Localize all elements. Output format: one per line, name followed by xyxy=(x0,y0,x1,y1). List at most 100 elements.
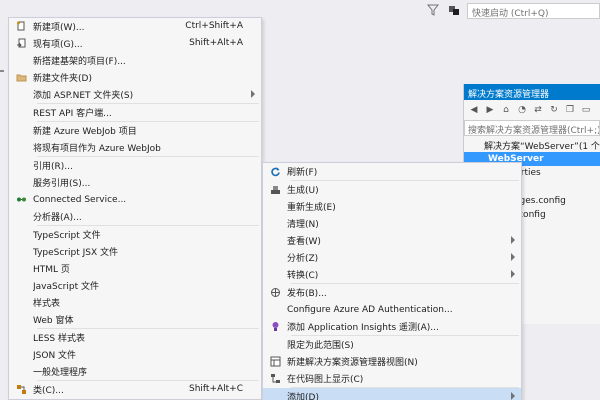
menu-icon-slot xyxy=(263,215,287,232)
menu-icon-slot xyxy=(263,198,287,215)
menu-item-b[interactable]: 发布(B)... xyxy=(263,284,521,301)
menu-item-less[interactable]: LESS 样式表 xyxy=(9,329,261,346)
menu-item-label: 分析(Z) xyxy=(287,254,319,264)
menu-item-d[interactable]: 添加(D) xyxy=(263,388,521,400)
menu-item-z[interactable]: 分析(Z) xyxy=(263,249,521,266)
menu-item-connected-service[interactable]: Connected Service... xyxy=(9,191,261,208)
menu-icon-slot xyxy=(9,104,33,121)
menu-item-label: 服务引用(S)... xyxy=(33,179,91,189)
menu-item-s[interactable]: 服务引用(S)... xyxy=(9,174,261,191)
solution-node[interactable]: 解决方案“WebServer”(1 个项 xyxy=(464,138,600,152)
menu-item-label: 生成(U) xyxy=(287,186,319,196)
menu-item-label: 添加 Application Insights 遥测(A)... xyxy=(287,323,439,333)
menu-item-azure-webjob[interactable]: 将现有项目作为 Azure WebJob xyxy=(9,139,261,156)
menu-item-c[interactable]: 在代码图上显示(C) xyxy=(263,370,521,387)
menu-item-w[interactable]: 查看(W) xyxy=(263,232,521,249)
menu-item-typescript-jsx[interactable]: TypeScript JSX 文件 xyxy=(9,243,261,260)
account-icon[interactable] xyxy=(447,3,461,17)
menu-item-g[interactable]: 现有项(G)... Shift+Alt+A xyxy=(9,35,261,52)
quick-launch-input[interactable]: 快速启动 (Ctrl+Q) xyxy=(467,3,600,19)
menu-icon-slot xyxy=(263,301,287,318)
menu-item-label: JavaScript 文件 xyxy=(33,282,99,292)
back-icon[interactable]: ◀ xyxy=(468,104,480,116)
home-icon[interactable]: ⌂ xyxy=(500,104,512,116)
menu-item-item[interactable]: 一般处理程序 xyxy=(9,363,261,380)
new-folder-icon xyxy=(9,69,33,86)
menu-item-javascript[interactable]: JavaScript 文件 xyxy=(9,277,261,294)
submenu-arrow-icon xyxy=(511,236,515,244)
menu-icon-slot xyxy=(9,174,33,191)
menu-icon-slot xyxy=(263,388,287,400)
menu-item-w[interactable]: 新建项(W)... Ctrl+Shift+A xyxy=(9,18,261,35)
menu-icon-slot xyxy=(9,260,33,277)
menu-item-f[interactable]: 刷新(F) xyxy=(263,163,521,180)
code-map-icon xyxy=(263,370,287,387)
menu-item-label: 新建文件夹(D) xyxy=(33,74,92,84)
menu-item-rest-api[interactable]: REST API 客户端... xyxy=(9,104,261,121)
menu-item-f[interactable]: 新搭建基架的项目(F)... xyxy=(9,52,261,69)
menu-item-configure-azure-ad-authentication[interactable]: Configure Azure AD Authentication... xyxy=(263,301,521,318)
menu-item-item[interactable]: 样式表 xyxy=(9,294,261,311)
menu-item-azure-webjob[interactable]: 新建 Azure WebJob 项目 xyxy=(9,122,261,139)
menu-item-label: 样式表 xyxy=(33,299,61,309)
menu-item-label: JSON 文件 xyxy=(33,351,77,361)
menu-shortcut: Shift+Alt+C xyxy=(188,384,243,394)
menu-item-web[interactable]: Web 窗体 xyxy=(9,311,261,328)
menu-icon-slot xyxy=(9,226,33,243)
menu-icon-slot xyxy=(9,157,33,174)
menu-icon-slot xyxy=(9,208,33,225)
menu-item-label: 引用(R)... xyxy=(33,162,73,172)
collapse-icon[interactable]: ▭ xyxy=(580,104,592,116)
new-item-icon xyxy=(9,18,33,35)
copy-icon[interactable]: ❐ xyxy=(564,104,576,116)
menu-item-n[interactable]: 新建解决方案资源管理器视图(N) xyxy=(263,353,521,370)
context-menu-add: 新建项(W)... Ctrl+Shift+A 现有项(G)... Shift+Alt+… xyxy=(8,17,262,400)
menu-item-c[interactable]: 类(C)... Shift+Alt+C xyxy=(9,381,261,398)
class-icon xyxy=(9,381,33,398)
menu-item-label: Connected Service... xyxy=(33,194,127,205)
menu-item-label: REST API 客户端... xyxy=(33,109,112,119)
editor-margin-mark xyxy=(0,70,4,72)
menu-item-label: 转换(C) xyxy=(287,271,319,281)
menu-item-e[interactable]: 重新生成(E) xyxy=(263,198,521,215)
forward-icon[interactable]: ▶ xyxy=(484,104,496,116)
menu-icon-slot xyxy=(9,86,33,103)
submenu-arrow-icon xyxy=(511,253,515,261)
menu-item-label: Web 窗体 xyxy=(33,316,74,326)
menu-item-d[interactable]: 新建文件夹(D) xyxy=(9,69,261,86)
menu-item-r[interactable]: 引用(R)... xyxy=(9,157,261,174)
menu-item-label: 重新生成(E) xyxy=(287,203,336,213)
menu-item-label: 新建解决方案资源管理器视图(N) xyxy=(287,358,418,368)
solution-explorer-toolbar: ◀ ▶ ⌂ ◔ ⇄ ↻ ❐ ▭ xyxy=(464,100,600,120)
menu-item-html[interactable]: HTML 页 xyxy=(9,260,261,277)
menu-icon-slot xyxy=(9,52,33,69)
menu-item-asp-net-s[interactable]: 添加 ASP.NET 文件夹(S) xyxy=(9,86,261,103)
refresh-icon xyxy=(263,163,287,180)
menu-icon-slot xyxy=(9,277,33,294)
refresh-icon[interactable]: ↻ xyxy=(548,104,560,116)
filter-icon[interactable] xyxy=(426,3,440,17)
menu-icon-slot xyxy=(9,346,33,363)
history-icon[interactable]: ◔ xyxy=(516,104,528,116)
menu-shortcut: Shift+Alt+A xyxy=(189,38,243,48)
menu-item-s[interactable]: 限定为此范围(S) xyxy=(263,336,521,353)
sync-icon[interactable]: ⇄ xyxy=(532,104,544,116)
menu-item-label: 在代码图上显示(C) xyxy=(287,375,364,385)
menu-item-application-insights-a[interactable]: 添加 Application Insights 遥测(A)... xyxy=(263,318,521,335)
submenu-arrow-icon xyxy=(511,392,515,400)
menu-item-label: LESS 样式表 xyxy=(33,334,85,344)
menu-item-c[interactable]: 转换(C) xyxy=(263,266,521,283)
menu-icon-slot xyxy=(9,139,33,156)
menu-item-a[interactable]: 分析器(A)... xyxy=(9,208,261,225)
menu-item-json[interactable]: JSON 文件 xyxy=(9,346,261,363)
menu-icon-slot xyxy=(9,311,33,328)
menu-item-label: 刷新(F) xyxy=(287,168,318,178)
context-menu-project: 刷新(F) 生成(U) 重新生成(E) 清理(N) 查看(W) 分析(Z) 转换(C) 发布(… xyxy=(262,162,522,400)
menu-item-u[interactable]: 生成(U) xyxy=(263,181,521,198)
menu-icon-slot xyxy=(9,122,33,139)
menu-item-label: 新搭建基架的项目(F)... xyxy=(33,57,126,67)
menu-item-label: TypeScript 文件 xyxy=(33,231,101,241)
solution-search-input[interactable]: 搜索解决方案资源管理器(Ctrl+;) xyxy=(464,120,600,136)
menu-item-typescript[interactable]: TypeScript 文件 xyxy=(9,226,261,243)
menu-item-n[interactable]: 清理(N) xyxy=(263,215,521,232)
